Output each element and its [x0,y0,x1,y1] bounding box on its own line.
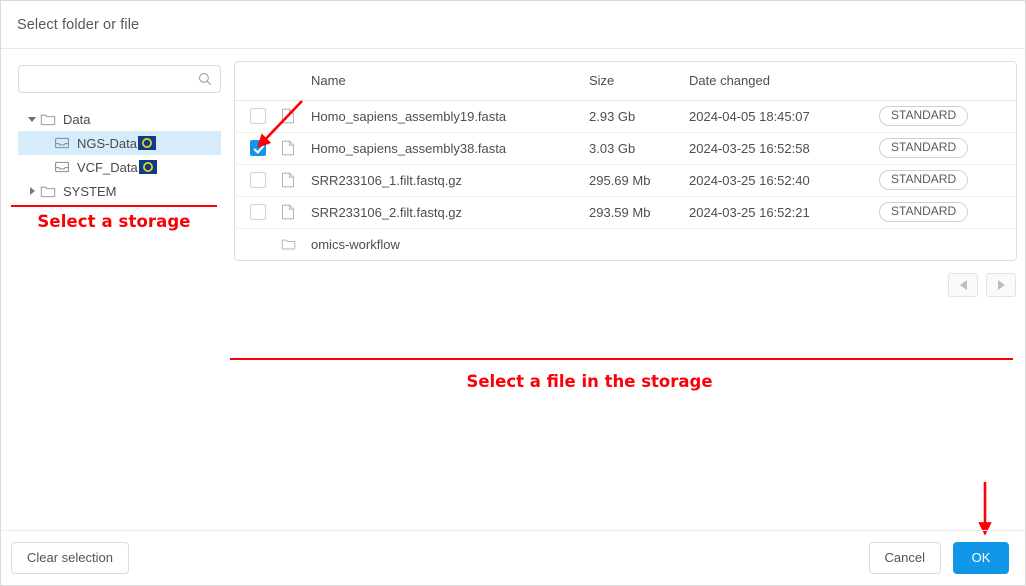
cancel-button[interactable]: Cancel [868,542,941,574]
clear-selection-button[interactable]: Clear selection [11,542,129,574]
table-row[interactable]: Homo_sapiens_assembly38.fasta 3.03 Gb 20… [235,132,1016,165]
column-header-storage-class [879,62,1016,101]
select-folder-or-file-dialog: Select folder or file Data NGS-Data VCF_… [0,0,1026,586]
file-icon [281,108,295,124]
file-list-pane: Name Size Date changed Homo_sapiens_asse… [234,61,1017,297]
tree-item-label: VCF_Data [77,159,138,175]
status-badge: STANDARD [879,105,969,127]
status-badge: STANDARD [879,137,969,159]
row-name: SRR233106_1.filt.fastq.gz [311,164,589,197]
row-date [689,228,879,260]
triangle-left-icon [959,280,967,290]
storage-icon [54,135,70,151]
table-header-row: Name Size Date changed [235,62,1016,101]
status-badge: STANDARD [879,201,969,223]
row-checkbox-cell [235,228,281,260]
row-size: 293.59 Mb [589,196,689,229]
row-checkbox-cell[interactable] [235,164,281,197]
dialog-footer: Clear selection Cancel OK [1,530,1025,585]
column-header-size[interactable]: Size [589,62,689,101]
table-row[interactable]: SRR233106_2.filt.fastq.gz 293.59 Mb 2024… [235,196,1016,229]
folder-icon [281,239,296,250]
row-checkbox[interactable] [250,108,266,125]
row-date: 2024-03-25 16:52:40 [689,164,879,197]
pagination-controls [234,273,1017,297]
row-name: omics-workflow [311,236,400,252]
row-checkbox[interactable] [250,172,266,189]
tree-item-vcf-data[interactable]: VCF_Data [18,155,221,179]
folder-tree: Data NGS-Data VCF_Data SYSTEM [18,107,221,203]
file-table: Name Size Date changed Homo_sapiens_asse… [235,62,1016,260]
annotation-divider-left [11,205,217,207]
eu-flag-badge-icon [138,160,157,174]
footer-actions: Cancel OK [868,542,1015,574]
annotation-select-storage: Select a storage [37,212,191,231]
row-date: 2024-03-25 16:52:58 [689,132,879,165]
row-icon-cell [281,228,311,260]
table-row[interactable]: SRR233106_1.filt.fastq.gz 295.69 Mb 2024… [235,164,1016,197]
folder-icon [40,111,56,127]
row-storage-class-cell: STANDARD [879,100,1016,133]
column-header-date-changed[interactable]: Date changed [689,62,879,101]
row-checkbox-cell[interactable] [235,132,281,165]
tree-item-ngs-data[interactable]: NGS-Data [18,131,221,155]
triangle-right-icon [997,280,1005,290]
pagination-next-button[interactable] [986,273,1016,297]
tree-item-label: NGS-Data [77,135,137,151]
table-row[interactable]: Homo_sapiens_assembly19.fasta 2.93 Gb 20… [235,100,1016,133]
file-table-card: Name Size Date changed Homo_sapiens_asse… [234,61,1017,261]
column-header-icon [281,62,311,101]
row-name: Homo_sapiens_assembly38.fasta [311,132,589,165]
row-checkbox[interactable] [250,204,266,221]
tree-item-data[interactable]: Data [18,107,221,131]
row-name: Homo_sapiens_assembly19.fasta [311,100,589,133]
row-icon-cell [281,100,311,133]
row-size [589,228,689,260]
column-header-name[interactable]: Name [311,62,589,101]
chevron-right-icon[interactable] [24,183,40,199]
row-checkbox-cell[interactable] [235,100,281,133]
row-checkbox-cell[interactable] [235,196,281,229]
column-header-checkbox [235,62,281,101]
folder-icon [40,183,56,199]
annotation-select-file: Select a file in the storage [466,372,713,391]
row-storage-class-cell: STANDARD [879,196,1016,229]
storage-icon [54,159,70,175]
ok-button[interactable]: OK [953,542,1009,574]
search-box[interactable] [18,65,221,93]
row-size: 3.03 Gb [589,132,689,165]
row-storage-class-cell: STANDARD [879,164,1016,197]
row-storage-class-cell: STANDARD [879,132,1016,165]
dialog-body: Data NGS-Data VCF_Data SYSTEM Name Size … [1,49,1025,531]
storage-tree-pane: Data NGS-Data VCF_Data SYSTEM [9,61,221,203]
row-size: 2.93 Gb [589,100,689,133]
tree-item-system[interactable]: SYSTEM [18,179,221,203]
row-date: 2024-04-05 18:45:07 [689,100,879,133]
tree-item-label: Data [63,111,91,127]
search-input[interactable] [19,66,220,92]
row-checkbox[interactable] [250,140,266,157]
file-icon [281,204,295,220]
file-icon [281,140,295,156]
pagination-prev-button[interactable] [948,273,978,297]
table-row[interactable]: omics-workflow [235,228,1016,260]
row-storage-class-cell [879,228,1016,260]
annotation-divider-right [230,358,1013,360]
chevron-down-icon[interactable] [24,111,40,127]
eu-flag-badge-icon [137,136,156,150]
row-size: 295.69 Mb [589,164,689,197]
dialog-header: Select folder or file [1,1,1025,49]
row-name: SRR233106_2.filt.fastq.gz [311,196,589,229]
tree-item-label: SYSTEM [63,183,117,199]
file-icon [281,172,295,188]
row-date: 2024-03-25 16:52:21 [689,196,879,229]
row-icon-cell [281,164,311,197]
status-badge: STANDARD [879,169,969,191]
page-title: Select folder or file [17,16,140,33]
row-icon-cell [281,132,311,165]
row-icon-cell [281,196,311,229]
